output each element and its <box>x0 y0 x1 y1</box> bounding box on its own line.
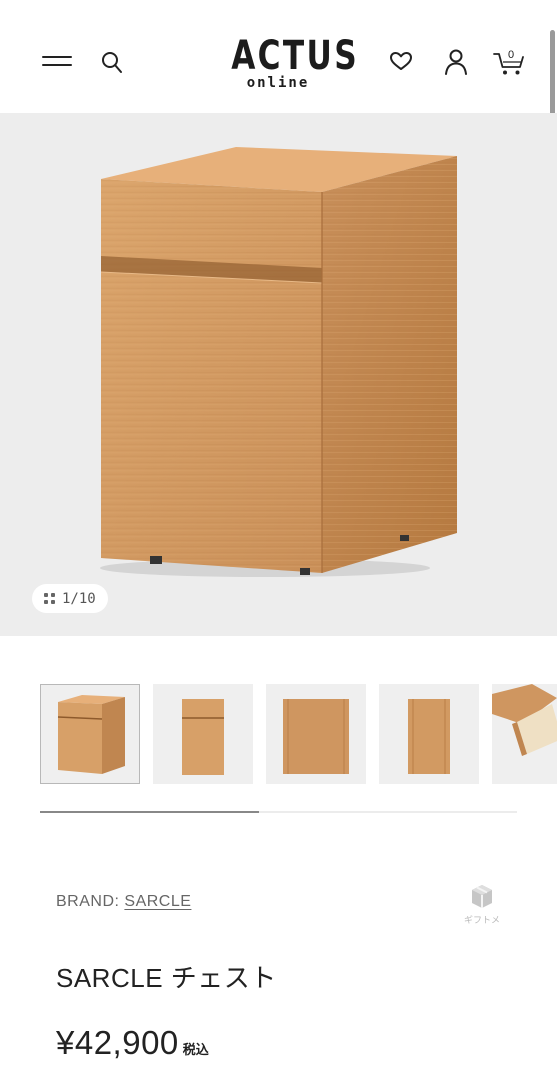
account-icon[interactable] <box>441 46 471 78</box>
logo-main-text: ACTUS <box>231 33 360 79</box>
thumbnail-2[interactable] <box>153 684 253 784</box>
thumbnail-image <box>57 695 125 774</box>
actus-logo[interactable]: ACTUS online <box>218 33 360 96</box>
thumbnail-image <box>492 684 557 756</box>
product-price: ¥42,900 <box>56 1024 179 1061</box>
thumbnail-scroll-progress <box>40 811 517 813</box>
brand-link[interactable]: SARCLE <box>124 893 191 910</box>
thumbnail-image <box>408 699 450 774</box>
brand-label: BRAND: <box>56 893 120 910</box>
search-icon[interactable] <box>100 50 124 76</box>
gift-icon <box>472 885 492 908</box>
image-counter: 1/10 <box>32 584 108 613</box>
thumbnail-1[interactable] <box>40 684 140 784</box>
heart-icon[interactable] <box>386 46 416 78</box>
thumbnail-image <box>283 699 349 774</box>
tax-label: 税込 <box>182 1042 209 1057</box>
thumbnail-5[interactable] <box>492 684 557 784</box>
gift-button[interactable]: ギフトメ <box>460 879 504 927</box>
grid-icon <box>44 593 55 604</box>
gift-label: ギフトメ <box>463 915 500 925</box>
product-photo <box>100 147 457 577</box>
product-main-image[interactable]: 1/10 <box>0 113 557 636</box>
thumbnail-strip[interactable] <box>40 684 557 784</box>
thumbnail-scroll-progress-fill <box>40 811 260 813</box>
image-counter-text: 1/10 <box>62 590 96 607</box>
brand-line: BRAND: SARCLE <box>56 893 191 911</box>
thumbnail-4[interactable] <box>379 684 479 784</box>
cart-button[interactable]: 0 <box>492 46 528 78</box>
thumbnail-3[interactable] <box>266 684 366 784</box>
cart-count: 0 <box>507 49 515 61</box>
product-title: SARCLE チェスト <box>56 963 277 993</box>
thumbnail-image <box>182 699 224 775</box>
menu-icon[interactable] <box>40 52 74 74</box>
price-row: ¥42,900 税込 <box>56 1024 209 1062</box>
site-header: ACTUS online 0 <box>0 0 557 113</box>
